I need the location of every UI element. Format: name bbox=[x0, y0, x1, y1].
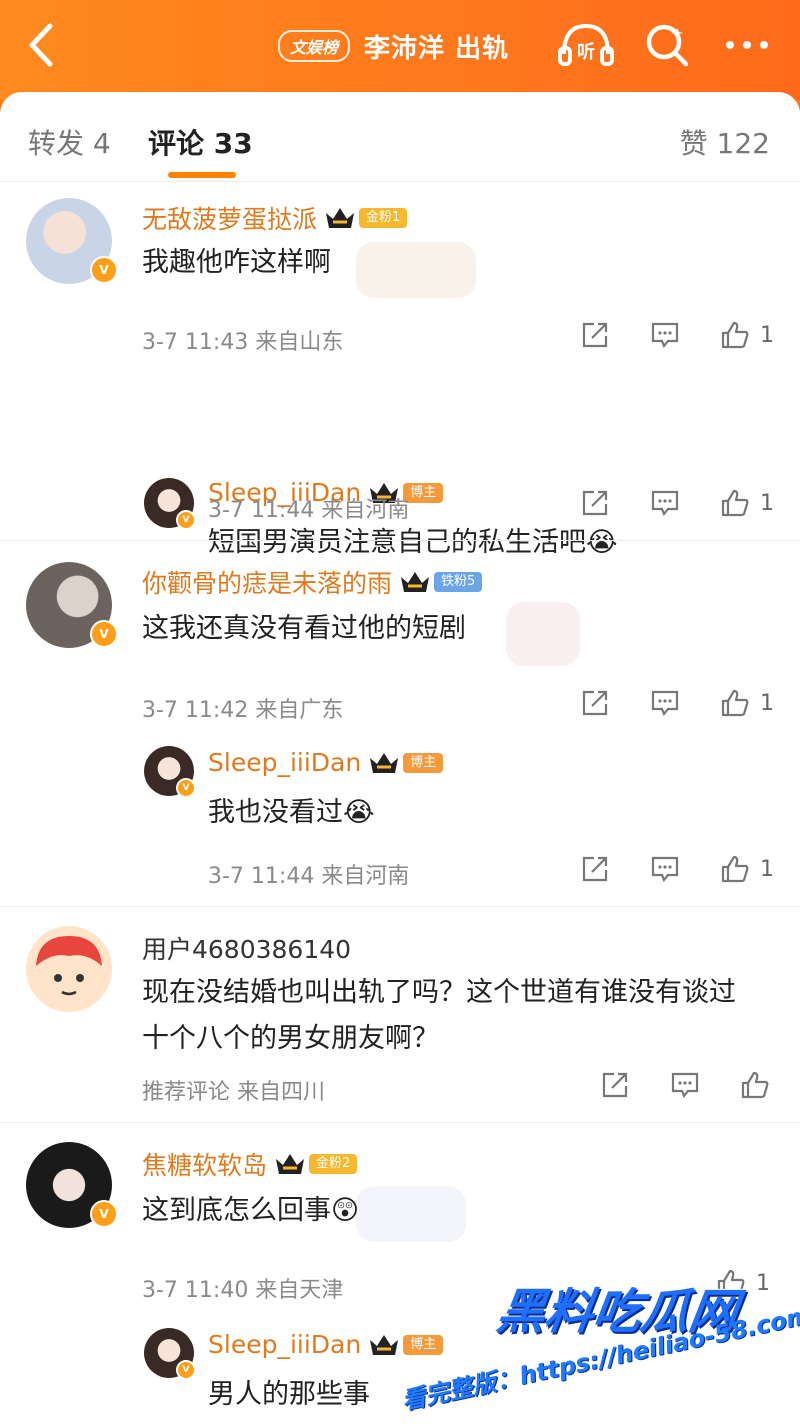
more-options-icon[interactable] bbox=[722, 36, 772, 54]
comment-text: 这我还真没有看过他的短剧 bbox=[142, 613, 466, 644]
verified-badge-icon: V bbox=[90, 1200, 118, 1228]
comment-text: 我趣他咋这样啊 bbox=[142, 247, 331, 278]
reply-actions: 1 bbox=[580, 488, 774, 518]
reply-text: 短国男演员注意自己的私生活吧😭 bbox=[208, 527, 618, 558]
reply-icon[interactable] bbox=[650, 320, 680, 350]
reply-icon[interactable] bbox=[650, 488, 680, 518]
like-button[interactable]: 1 bbox=[720, 854, 774, 884]
active-tab-indicator bbox=[168, 172, 236, 178]
emoji-sticker bbox=[356, 242, 476, 298]
tab-reposts[interactable]: 转发 4 bbox=[28, 122, 111, 162]
fan-badge: 金粉2 bbox=[309, 1154, 358, 1174]
listen-headphones-icon[interactable]: 听 bbox=[556, 20, 616, 70]
cartoon-avatar-icon bbox=[36, 936, 102, 996]
like-button[interactable]: 1 bbox=[720, 688, 774, 718]
like-button[interactable]: 1 bbox=[720, 488, 774, 518]
search-icon[interactable] bbox=[644, 22, 690, 68]
comment-username[interactable]: 用户4680386140 bbox=[142, 930, 351, 966]
top-bar: 文娱榜 李沛洋 出轨 听 bbox=[0, 0, 800, 100]
divider bbox=[0, 1122, 800, 1123]
fan-badge: 铁粉5 bbox=[434, 572, 483, 592]
share-icon[interactable] bbox=[600, 1070, 630, 1100]
reply-actions: 1 bbox=[580, 854, 774, 884]
like-button[interactable]: 1 bbox=[720, 320, 774, 350]
reply-icon[interactable] bbox=[650, 688, 680, 718]
like-count: 1 bbox=[756, 1270, 770, 1296]
tab-likes[interactable]: 赞 122 bbox=[680, 122, 770, 162]
like-count: 1 bbox=[760, 856, 774, 882]
comment-meta: 推荐评论 来自四川 bbox=[142, 1080, 325, 1105]
tab-bar: 转发 4 评论 33 赞 122 bbox=[0, 92, 800, 182]
crown-icon bbox=[367, 750, 401, 776]
comment-meta: 3-7 11:40 来自天津 bbox=[142, 1278, 344, 1303]
reply-text: 男人的那些事 bbox=[208, 1379, 370, 1410]
comment-meta: 3-7 11:43 来自山东 bbox=[142, 330, 344, 355]
crown-icon bbox=[398, 569, 432, 595]
tab-comments[interactable]: 评论 33 bbox=[148, 122, 253, 162]
back-arrow-icon[interactable] bbox=[22, 22, 62, 68]
crown-icon bbox=[273, 1151, 307, 1177]
like-count: 1 bbox=[760, 322, 774, 348]
topic-tag: 文娱榜 bbox=[278, 30, 351, 62]
reply-meta: 3-7 11:44 来自河南 bbox=[208, 498, 410, 523]
reply-icon[interactable] bbox=[670, 1070, 700, 1100]
avatar[interactable] bbox=[26, 926, 112, 1012]
share-icon[interactable] bbox=[580, 688, 610, 718]
divider bbox=[0, 906, 800, 907]
comment-actions: 1 bbox=[580, 320, 774, 350]
topic-title: 李沛洋 出轨 bbox=[364, 33, 510, 64]
topic-header[interactable]: 文娱榜 李沛洋 出轨 bbox=[278, 26, 509, 66]
emoji-sticker bbox=[506, 602, 580, 666]
host-badge: 博主 bbox=[403, 1334, 444, 1355]
like-button[interactable] bbox=[740, 1070, 770, 1100]
reply-text: 我也没看过😭 bbox=[208, 797, 375, 828]
host-badge: 博主 bbox=[403, 752, 444, 773]
reply-username[interactable]: Sleep_iiiDan 博主 bbox=[208, 1330, 444, 1359]
crown-icon bbox=[367, 1332, 401, 1358]
reply-icon[interactable] bbox=[650, 854, 680, 884]
share-icon[interactable] bbox=[580, 488, 610, 518]
reply-username[interactable]: Sleep_iiiDan 博主 bbox=[208, 748, 444, 777]
verified-badge-icon: V bbox=[176, 778, 196, 798]
crown-icon bbox=[323, 205, 357, 231]
emoji-sticker bbox=[356, 1186, 466, 1242]
comment-username[interactable]: 无敌菠萝蛋挞派 金粉1 bbox=[142, 200, 408, 236]
comment-actions bbox=[600, 1070, 770, 1100]
listen-label: 听 bbox=[577, 41, 595, 63]
like-count: 1 bbox=[760, 690, 774, 716]
comments-sheet: 转发 4 评论 33 赞 122 V 无敌菠萝蛋挞派 金粉1 我趣他咋这样啊 3… bbox=[0, 92, 800, 1428]
verified-badge-icon: V bbox=[176, 1360, 196, 1380]
fan-badge: 金粉1 bbox=[359, 208, 408, 228]
comment-text: 现在没结婚也叫出轨了吗？这个世道有谁没有谈过十个八个的男女朋友啊？ bbox=[142, 977, 736, 1054]
share-icon[interactable] bbox=[580, 320, 610, 350]
divider bbox=[0, 540, 800, 541]
comment-meta: 3-7 11:42 来自广东 bbox=[142, 698, 344, 723]
comment-username[interactable]: 焦糖软软岛 金粉2 bbox=[142, 1146, 358, 1182]
comment-username[interactable]: 你颧骨的痣是未落的雨 铁粉5 bbox=[142, 564, 483, 600]
verified-badge-icon: V bbox=[90, 256, 118, 284]
like-count: 1 bbox=[760, 490, 774, 516]
comment-actions: 1 bbox=[580, 688, 774, 718]
comment-text: 这到底怎么回事😲 bbox=[142, 1195, 360, 1226]
share-icon[interactable] bbox=[580, 854, 610, 884]
verified-badge-icon: V bbox=[90, 620, 118, 648]
verified-badge-icon: V bbox=[176, 510, 196, 530]
reply-meta: 3-7 11:44 来自河南 bbox=[208, 864, 410, 889]
